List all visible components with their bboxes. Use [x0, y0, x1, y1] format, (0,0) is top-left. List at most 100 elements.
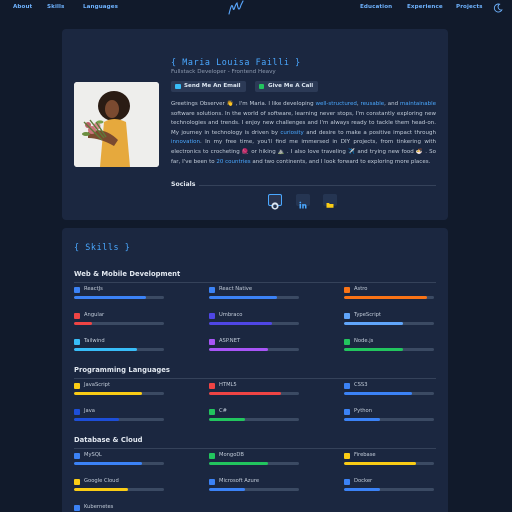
skill-level-fill: [74, 296, 146, 299]
nav-link-experience[interactable]: Experience: [407, 4, 443, 10]
skill-name: Kubernetes: [84, 504, 114, 510]
skill-level-fill: [74, 418, 119, 421]
tailwind-icon: [74, 339, 80, 345]
skill-item: React Native: [209, 286, 299, 303]
bio-highlight: well-structured: [315, 101, 357, 107]
skill-level-track: [74, 296, 164, 299]
skill-item: MongoDB: [209, 452, 299, 469]
skill-level-track: [74, 488, 164, 491]
skill-level-fill: [344, 296, 427, 299]
bio-paragraph: Greetings Observer 👋 , I'm Maria. I like…: [171, 100, 436, 167]
skill-name: Angular: [84, 312, 105, 318]
bio-highlight: maintainable: [399, 101, 437, 107]
skill-level-fill: [209, 462, 268, 465]
send-email-button[interactable]: Send Me An Email: [171, 81, 246, 92]
skill-level-track: [344, 462, 434, 465]
skill-item: Angular: [74, 312, 164, 329]
call-label: Give Me A Call: [268, 83, 314, 89]
skill-level-track: [74, 418, 164, 421]
skill-level-track: [74, 322, 164, 325]
skill-level-fill: [209, 488, 245, 491]
skill-item: Python: [344, 408, 434, 425]
firebase-icon: [344, 453, 350, 459]
bio-highlight: reusable: [360, 101, 385, 107]
skill-level-track: [74, 348, 164, 351]
bio-text: Greetings Observer 👋 , I'm Maria. I like…: [171, 101, 316, 107]
skill-name: TypeScript: [354, 312, 381, 318]
skill-level-track: [209, 392, 299, 395]
bio-highlight: innovation: [171, 139, 201, 146]
nav-link-skills[interactable]: Skills: [47, 4, 64, 10]
skill-item: C#: [209, 408, 299, 425]
profile-role: Fullstack Developer - Frontend Heavy: [171, 69, 276, 75]
skill-level-track: [344, 392, 434, 395]
skill-level-fill: [344, 462, 416, 465]
skill-item: Google Cloud: [74, 478, 164, 495]
skill-name: ASP.NET: [219, 338, 241, 344]
skill-level-track: [74, 392, 164, 395]
skill-name: Umbraco: [219, 312, 243, 318]
azure-icon: [209, 479, 215, 485]
skill-name: CSS3: [354, 382, 368, 388]
aspnet-icon: [209, 339, 215, 345]
mysql-icon: [74, 453, 80, 459]
skill-level-fill: [74, 488, 128, 491]
skill-name: Python: [354, 408, 372, 414]
portfolio-button[interactable]: [323, 194, 337, 208]
socials-divider: [199, 185, 436, 186]
skill-item: ReactJs: [74, 286, 164, 303]
nodejs-icon: [344, 339, 350, 345]
logo-signature-icon[interactable]: [226, 0, 246, 17]
skill-level-track: [344, 488, 434, 491]
html5-icon: [209, 383, 215, 389]
github-button[interactable]: [268, 194, 282, 210]
skill-level-track: [74, 462, 164, 465]
skill-category-divider: [74, 282, 436, 283]
nav-link-languages[interactable]: Languages: [83, 4, 118, 10]
skill-name: HTML5: [219, 382, 237, 388]
react-icon: [74, 287, 80, 293]
skill-category-divider: [74, 448, 436, 449]
skill-name: Java: [84, 408, 95, 414]
java-icon: [74, 409, 80, 415]
linkedin-button[interactable]: [296, 194, 310, 209]
nav-link-projects[interactable]: Projects: [456, 4, 483, 10]
bio-text: , and: [384, 101, 400, 107]
profile-card: { Maria Louisa Failli } Fullstack Develo…: [62, 29, 448, 220]
skill-name: MySQL: [84, 452, 102, 458]
skill-item: JavaScript: [74, 382, 164, 399]
csharp-icon: [209, 409, 215, 415]
skill-item: Kubernetes: [74, 504, 164, 512]
skill-item: Umbraco: [209, 312, 299, 329]
docker-icon: [344, 479, 350, 485]
skill-level-track: [209, 462, 299, 465]
bio-highlight: 20 countries: [216, 158, 251, 165]
skills-card: { Skills } Web & Mobile Development React…: [62, 228, 448, 512]
skill-category-heading: Web & Mobile Development: [74, 270, 181, 278]
skills-heading: { Skills }: [74, 242, 131, 252]
skill-level-fill: [74, 322, 92, 325]
skill-name: Firebase: [354, 452, 376, 458]
typescript-icon: [344, 313, 350, 319]
skill-level-track: [209, 322, 299, 325]
skill-level-fill: [74, 462, 142, 465]
bio-text: and two continents, and I look forward t…: [250, 158, 431, 165]
skill-item: Tailwind: [74, 338, 164, 355]
skill-name: JavaScript: [84, 382, 111, 388]
skill-name: Astro: [354, 286, 368, 292]
skill-item: Astro: [344, 286, 434, 303]
skill-level-fill: [209, 296, 277, 299]
css3-icon: [344, 383, 350, 389]
skill-level-fill: [74, 348, 137, 351]
skill-name: React Native: [219, 286, 253, 292]
nav-link-about[interactable]: About: [13, 4, 32, 10]
skill-level-track: [344, 296, 434, 299]
skill-item: Docker: [344, 478, 434, 495]
skill-level-fill: [344, 392, 412, 395]
nav-link-education[interactable]: Education: [360, 4, 392, 10]
skill-item: HTML5: [209, 382, 299, 399]
react-native-icon: [209, 287, 215, 293]
call-button[interactable]: Give Me A Call: [255, 81, 319, 92]
skill-item: CSS3: [344, 382, 434, 399]
moon-theme-toggle-icon[interactable]: [493, 3, 503, 13]
